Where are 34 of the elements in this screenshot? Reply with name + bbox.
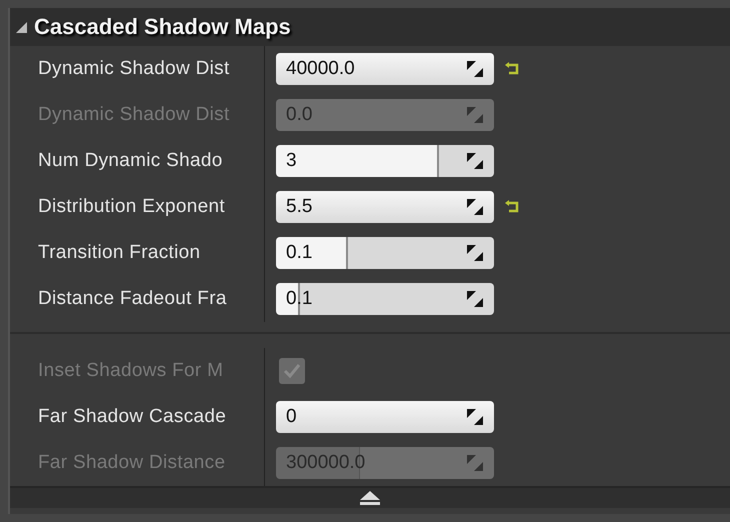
field-value: 0.1: [286, 242, 312, 264]
spin-arrows-icon[interactable]: [466, 290, 484, 308]
collapse-triangle-icon[interactable]: [14, 20, 28, 34]
number-field[interactable]: 40000.0: [276, 53, 494, 85]
collapse-arrow-icon[interactable]: [358, 490, 382, 506]
field-value: 0.0: [286, 104, 312, 126]
section-title: Cascaded Shadow Maps: [34, 14, 291, 40]
reset-arrow-icon[interactable]: [504, 200, 520, 214]
property-label: Dynamic Shadow Dist: [10, 46, 265, 92]
field-value: 0.1: [286, 288, 312, 310]
property-label: Num Dynamic Shado: [10, 138, 265, 184]
spin-arrows-icon[interactable]: [466, 152, 484, 170]
number-field[interactable]: 0.1: [276, 237, 494, 269]
field-value: 0: [286, 406, 297, 428]
number-field[interactable]: 5.5: [276, 191, 494, 223]
number-field[interactable]: 0.1: [276, 283, 494, 315]
checkmark-icon: [283, 363, 301, 379]
number-field[interactable]: 3: [276, 145, 494, 177]
property-label: Far Shadow Cascade: [10, 394, 265, 440]
field-value: 3: [286, 150, 297, 172]
property-label: Transition Fraction: [10, 230, 265, 276]
property-label: Distance Fadeout Fra: [10, 276, 265, 322]
property-label: Dynamic Shadow Dist: [10, 92, 265, 138]
spin-arrows-icon[interactable]: [466, 244, 484, 262]
number-field[interactable]: 0: [276, 401, 494, 433]
reset-arrow-icon[interactable]: [504, 62, 520, 76]
spin-arrows-icon[interactable]: [466, 198, 484, 216]
spin-arrows-icon[interactable]: [466, 60, 484, 78]
field-value: 5.5: [286, 196, 312, 218]
property-label: Inset Shadows For M: [10, 348, 265, 394]
field-value: 300000.0: [286, 452, 366, 474]
spin-arrows-icon[interactable]: [466, 408, 484, 426]
property-label: Distribution Exponent: [10, 184, 265, 230]
field-value: 40000.0: [286, 58, 355, 80]
